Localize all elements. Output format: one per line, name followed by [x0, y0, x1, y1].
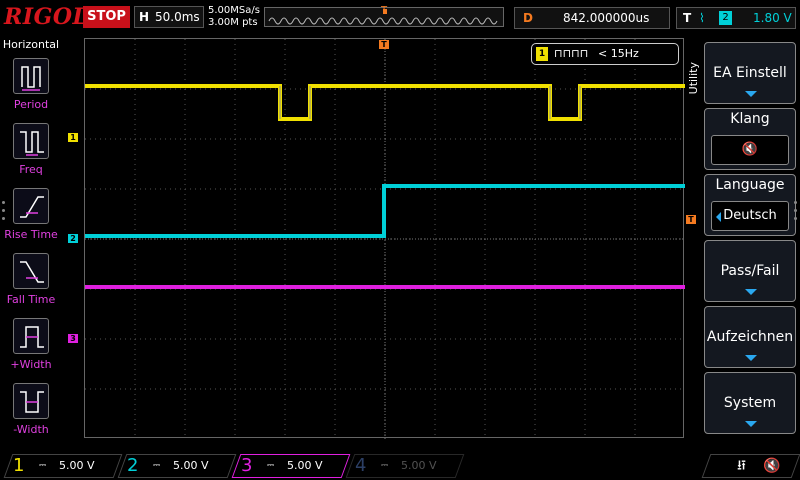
- measure-negative-width-label: -Width: [13, 423, 49, 436]
- waveform-grid: [85, 39, 685, 439]
- right-scroll-indicator: [794, 196, 798, 225]
- trigger-level: 1.80 V: [753, 11, 792, 25]
- measurement-panel: Horizontal Period Freq Rise Time Fall Ti…: [0, 36, 62, 444]
- period-icon: [13, 58, 49, 94]
- freq-icon: [13, 123, 49, 159]
- ch2-number: 2: [127, 455, 139, 476]
- waveform-display[interactable]: 1 ⊓⊓⊓⊓ < 15Hz: [84, 38, 685, 439]
- delay-label: D: [523, 11, 533, 25]
- measure-period-label: Period: [13, 98, 49, 111]
- counter-waveform-icon: ⊓⊓⊓⊓: [554, 47, 589, 60]
- chevron-down-icon: [745, 91, 757, 97]
- dc-coupling-icon: ⎓: [39, 461, 47, 471]
- speaker-mute-icon: 🔇: [763, 458, 781, 474]
- menu-io-settings-label: EA Einstell: [713, 65, 787, 81]
- menu-io-settings-button[interactable]: EA Einstell: [704, 42, 796, 104]
- measure-period-button[interactable]: Period: [0, 58, 62, 120]
- measure-positive-width-button[interactable]: +Width: [0, 318, 62, 380]
- menu-record-button[interactable]: Aufzeichnen: [704, 306, 796, 368]
- ch3-number: 3: [241, 455, 253, 476]
- measurement-panel-title: Horizontal: [2, 38, 60, 51]
- ch2-trace: [85, 184, 685, 238]
- dc-coupling-icon: ⎓: [153, 461, 161, 471]
- sound-value-box: 🔇: [711, 135, 789, 165]
- menu-pass-fail-button[interactable]: Pass/Fail: [704, 240, 796, 302]
- ch2-offset-marker[interactable]: 2: [68, 234, 78, 243]
- ch2-status[interactable]: 2 ⎓ 5.00 V: [117, 454, 237, 478]
- top-status-bar: RIGOL STOP H 50.0ms 5.00MSa/s 3.00M pts …: [0, 0, 800, 36]
- trigger-channel: 2: [719, 11, 732, 25]
- menu-sound-button[interactable]: Klang 🔇: [704, 108, 796, 170]
- measure-fall-time-button[interactable]: Fall Time: [0, 253, 62, 315]
- dc-coupling-icon: ⎓: [267, 461, 275, 471]
- timebase-label: H: [139, 10, 150, 24]
- menu-record-label: Aufzeichnen: [706, 329, 794, 345]
- measure-fall-time-label: Fall Time: [6, 293, 56, 306]
- system-status: ⭿ 🔇: [701, 454, 800, 478]
- ch3-status[interactable]: 3 ⎓ 5.00 V: [231, 454, 351, 478]
- chevron-down-icon: [745, 421, 757, 427]
- menu-section-label: Utility: [687, 62, 700, 95]
- memory-depth: 3.00M pts: [208, 17, 258, 28]
- measure-negative-width-button[interactable]: -Width: [0, 383, 62, 445]
- channel-status-bar: 1 ⎓ 5.00 V 2 ⎓ 5.00 V 3 ⎓ 5.00 V 4 ⎓ 5.0…: [0, 452, 800, 480]
- fall-time-icon: [13, 253, 49, 289]
- trigger-slope-icon: ⌇: [699, 11, 705, 25]
- menu-system-button[interactable]: System: [704, 372, 796, 434]
- measure-rise-time-button[interactable]: Rise Time: [0, 188, 62, 250]
- softkey-menu: EA Einstell Klang 🔇 Language Deutsch Pas…: [700, 36, 800, 444]
- trigger-level-marker[interactable]: T: [686, 215, 696, 224]
- menu-system-label: System: [723, 395, 777, 411]
- delay-display[interactable]: D 842.000000us: [514, 7, 670, 29]
- ch4-scale: 5.00 V: [401, 459, 437, 472]
- menu-sound-label: Klang: [730, 111, 770, 127]
- delay-value: 842.000000us: [563, 11, 650, 25]
- menu-language-label: Language: [715, 177, 785, 193]
- dc-coupling-icon: ⎓: [381, 461, 389, 471]
- trigger-position-marker[interactable]: T: [379, 40, 389, 49]
- usb-icon: ⭿: [737, 458, 747, 474]
- menu-pass-fail-label: Pass/Fail: [720, 263, 780, 279]
- chevron-down-icon: [745, 289, 757, 295]
- measure-positive-width-label: +Width: [10, 358, 52, 371]
- frequency-counter[interactable]: 1 ⊓⊓⊓⊓ < 15Hz: [531, 43, 679, 65]
- ch1-status[interactable]: 1 ⎓ 5.00 V: [3, 454, 123, 478]
- measure-freq-label: Freq: [19, 163, 43, 176]
- trigger-display[interactable]: T ⌇ 2 1.80 V: [676, 7, 796, 29]
- acquisition-info: 5.00MSa/s 3.00M pts: [208, 5, 260, 29]
- trigger-label: T: [683, 11, 692, 25]
- sample-rate: 5.00MSa/s: [208, 5, 260, 16]
- chevron-left-icon: [716, 212, 721, 222]
- ch1-offset-marker[interactable]: 1: [68, 133, 78, 142]
- ch1-scale: 5.00 V: [59, 459, 95, 472]
- ch3-scale: 5.00 V: [287, 459, 323, 472]
- ch1-number: 1: [13, 455, 25, 476]
- speaker-mute-icon: 🔇: [741, 142, 759, 157]
- language-value: Deutsch: [723, 208, 777, 223]
- ch4-number: 4: [355, 455, 367, 476]
- brand-logo: RIGOL: [4, 4, 89, 30]
- timebase-display[interactable]: H 50.0ms: [134, 6, 204, 28]
- measure-freq-button[interactable]: Freq: [0, 123, 62, 185]
- run-stop-indicator[interactable]: STOP: [83, 6, 130, 28]
- counter-value: < 15Hz: [598, 47, 639, 60]
- memory-overview[interactable]: T: [264, 5, 504, 27]
- memory-trigger-marker: T: [381, 5, 388, 16]
- chevron-down-icon: [745, 355, 757, 361]
- rise-time-icon: [13, 188, 49, 224]
- ch3-offset-marker[interactable]: 3: [68, 334, 78, 343]
- ch2-scale: 5.00 V: [173, 459, 209, 472]
- positive-width-icon: [13, 318, 49, 354]
- language-value-box: Deutsch: [711, 201, 789, 231]
- measure-rise-time-label: Rise Time: [4, 228, 58, 241]
- left-scroll-indicator: [2, 196, 6, 225]
- menu-language-button[interactable]: Language Deutsch: [704, 174, 796, 236]
- counter-channel: 1: [536, 47, 548, 61]
- timebase-value: 50.0ms: [155, 10, 200, 24]
- ch4-status[interactable]: 4 ⎓ 5.00 V: [345, 454, 465, 478]
- negative-width-icon: [13, 383, 49, 419]
